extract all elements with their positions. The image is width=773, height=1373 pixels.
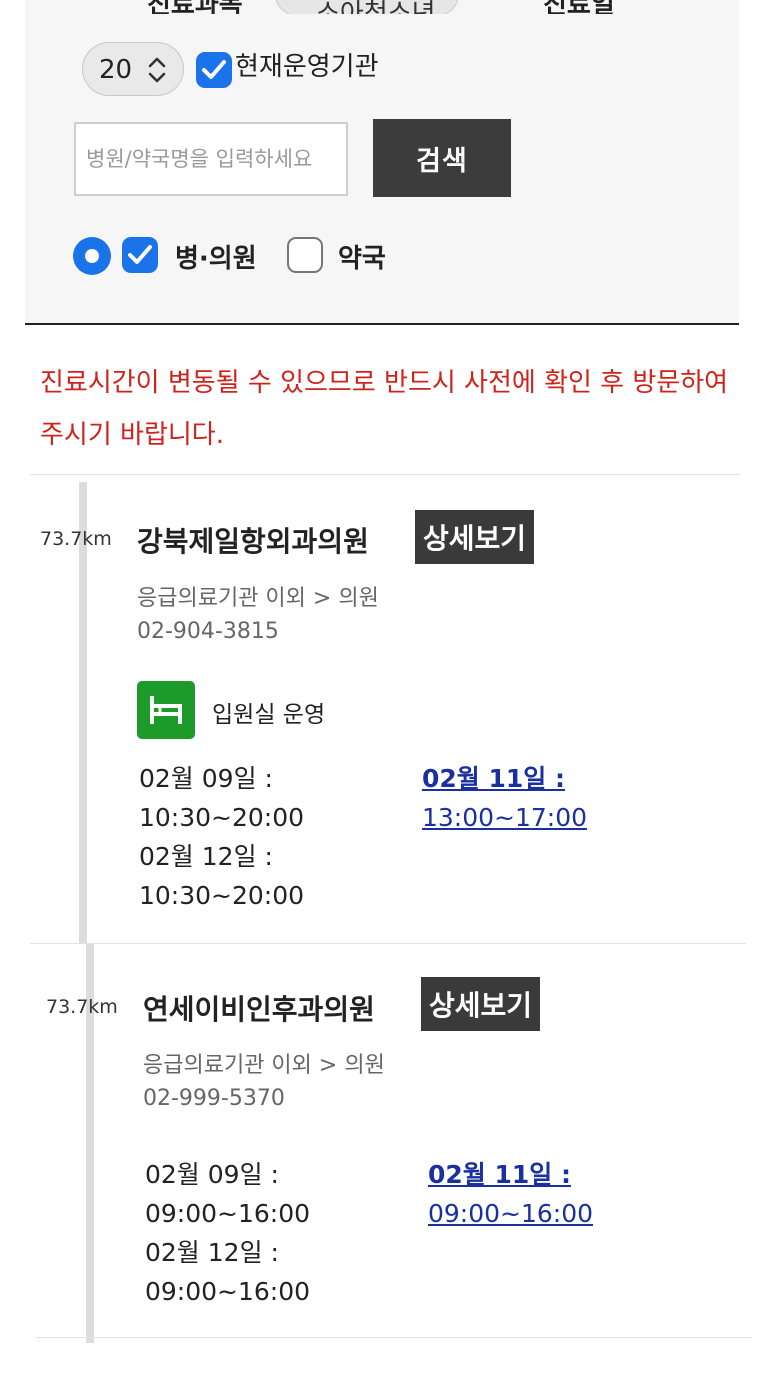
search-input[interactable] <box>76 124 346 194</box>
count-select-value: 20 <box>99 55 133 85</box>
hospital-checkbox[interactable] <box>122 237 158 273</box>
dept-label: 진료과목 <box>147 0 243 14</box>
date-label: 진료일 <box>543 0 615 14</box>
hours-link[interactable]: 02월 11일 : 09:00~16:00 <box>428 1155 593 1233</box>
type-radio[interactable] <box>73 237 111 275</box>
clinic-category: 응급의료기관 이외 > 의원 <box>143 1053 385 1078</box>
clinic-phone: 02-904-3815 <box>137 619 279 644</box>
hours-date: 02월 12일 : <box>139 842 273 871</box>
cut-off-filter-row: 진료과목 소아청소년과 진료일 <box>25 0 739 14</box>
hours-link-date[interactable]: 02월 11일 : <box>428 1155 593 1194</box>
divider <box>30 943 746 944</box>
divider <box>30 474 740 475</box>
pharmacy-checkbox[interactable] <box>287 237 323 273</box>
search-panel: 진료과목 소아청소년과 진료일 20 현재운영기관 검색 병·의원 약국 <box>25 0 739 325</box>
hours-link[interactable]: 02월 11일 : 13:00~17:00 <box>422 759 587 837</box>
count-select[interactable]: 20 <box>82 42 184 96</box>
hours-link-date[interactable]: 02월 11일 : <box>422 759 587 798</box>
hours-date: 02월 09일 : <box>139 764 273 793</box>
notice-text: 진료시간이 변동될 수 있으므로 반드시 사전에 확인 후 방문하여 주시기 바… <box>40 368 729 450</box>
hours-time: 10:30~20:00 <box>139 881 305 910</box>
bed-icon <box>137 681 195 739</box>
dept-select-value: 소아청소년과 <box>316 0 458 14</box>
select-arrows-icon <box>148 57 166 83</box>
hours-date: 02월 09일 : <box>145 1160 279 1189</box>
dept-select[interactable]: 소아청소년과 <box>275 0 459 14</box>
timeline-bar <box>79 482 87 944</box>
hours-time: 10:30~20:00 <box>139 803 305 832</box>
detail-button[interactable]: 상세보기 <box>421 977 541 1031</box>
hospital-label: 병·의원 <box>175 244 257 274</box>
hours-link-time[interactable]: 13:00~17:00 <box>422 798 587 837</box>
hours-list: 02월 09일 : 10:30~20:00 02월 12일 : 10:30~20… <box>139 759 304 915</box>
hours-time: 09:00~16:00 <box>145 1199 311 1228</box>
checkmark-icon <box>128 245 152 264</box>
pharmacy-label: 약국 <box>338 244 386 274</box>
clinic-name[interactable]: 강북제일항외과의원 <box>137 520 369 560</box>
hours-time: 09:00~16:00 <box>145 1277 311 1306</box>
clinic-name[interactable]: 연세이비인후과의원 <box>143 988 375 1028</box>
ward-label: 입원실 운영 <box>212 702 326 728</box>
distance-label: 73.7km <box>46 996 118 1018</box>
hours-date: 02월 12일 : <box>145 1238 279 1267</box>
hours-link-time[interactable]: 09:00~16:00 <box>428 1194 593 1233</box>
clinic-phone: 02-999-5370 <box>143 1086 285 1111</box>
detail-button[interactable]: 상세보기 <box>415 510 535 564</box>
distance-label: 73.7km <box>40 528 112 550</box>
checkmark-icon <box>202 60 226 79</box>
operating-label: 현재운영기관 <box>235 52 379 82</box>
hours-list: 02월 09일 : 09:00~16:00 02월 12일 : 09:00~16… <box>145 1155 310 1311</box>
search-field[interactable] <box>74 122 348 196</box>
operating-checkbox[interactable] <box>196 52 232 88</box>
divider <box>36 1337 752 1338</box>
clinic-category: 응급의료기관 이외 > 의원 <box>137 586 379 611</box>
search-button[interactable]: 검색 <box>373 119 511 197</box>
